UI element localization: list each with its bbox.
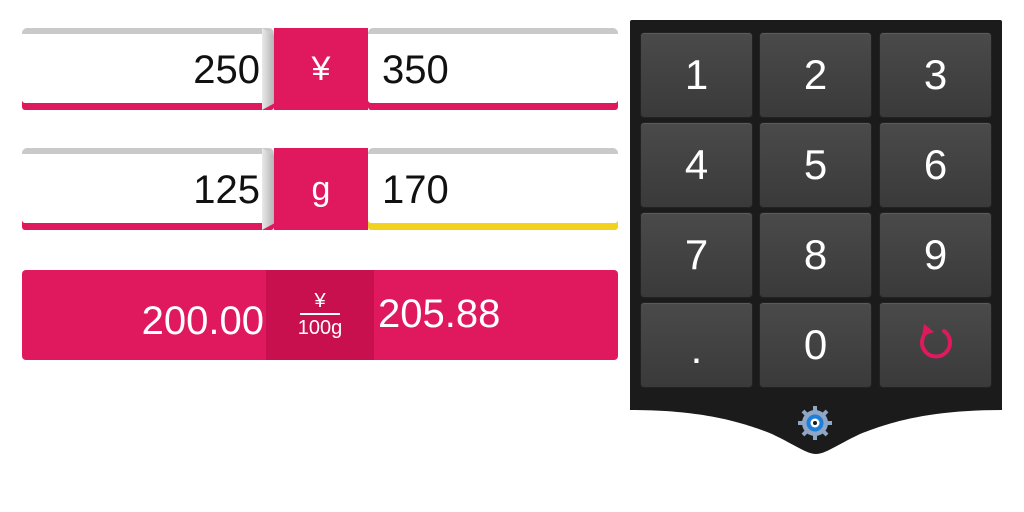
key-decimal[interactable]: . [640, 302, 753, 388]
price-a-bevel [262, 28, 274, 110]
unit-denominator: 100g [297, 317, 343, 339]
unit-fraction: ¥ 100g [298, 291, 343, 339]
numeric-keypad: 1 2 3 4 5 6 7 8 9 . 0 [630, 20, 1002, 410]
key-0[interactable]: 0 [759, 302, 872, 388]
result-b-value: 205.88 [378, 292, 501, 336]
key-2[interactable]: 2 [759, 32, 872, 118]
weight-b-value: 170 [382, 168, 449, 212]
reset-button[interactable] [879, 302, 992, 388]
key-4[interactable]: 4 [640, 122, 753, 208]
result-b: 205.88 [364, 270, 618, 360]
price-b-value: 350 [382, 48, 449, 92]
weight-b-field[interactable]: 170 [368, 148, 618, 230]
weight-row: 125 g 170 [22, 148, 618, 230]
reset-icon [914, 318, 958, 372]
gear-icon [797, 405, 833, 446]
key-7[interactable]: 7 [640, 212, 753, 298]
result-row: 200.00 205.88 ¥ 100g [22, 270, 618, 360]
key-8[interactable]: 8 [759, 212, 872, 298]
price-unit-label: ¥ [274, 28, 368, 110]
weight-a-field[interactable]: 125 [22, 148, 274, 230]
result-unit-label: ¥ 100g [266, 270, 374, 360]
result-a: 200.00 [22, 270, 278, 360]
price-a-field[interactable]: 250 [22, 28, 274, 110]
key-1[interactable]: 1 [640, 32, 753, 118]
unit-numerator: ¥ [314, 290, 326, 312]
fraction-bar [300, 313, 340, 315]
key-6[interactable]: 6 [879, 122, 992, 208]
weight-unit-text: g [311, 169, 331, 208]
weight-a-value: 125 [193, 168, 260, 212]
key-3[interactable]: 3 [879, 32, 992, 118]
price-b-field[interactable]: 350 [368, 28, 618, 110]
key-5[interactable]: 5 [759, 122, 872, 208]
price-a-value: 250 [193, 48, 260, 92]
weight-a-bevel [262, 148, 274, 230]
price-unit-text: ¥ [311, 49, 331, 88]
result-a-value: 200.00 [141, 299, 264, 343]
settings-button[interactable] [795, 405, 835, 445]
key-9[interactable]: 9 [879, 212, 992, 298]
weight-unit-label: g [274, 148, 368, 230]
price-row: 250 ¥ 350 [22, 28, 618, 110]
